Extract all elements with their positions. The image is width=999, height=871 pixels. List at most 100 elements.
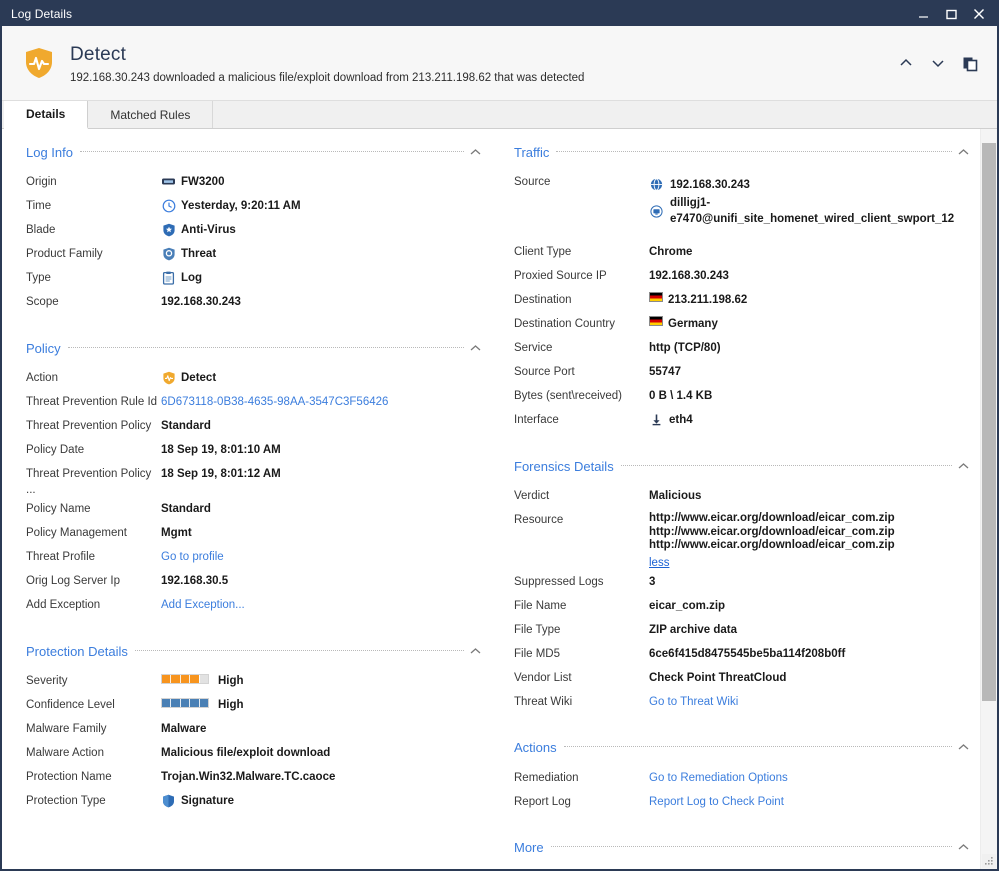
threat-shield-icon — [161, 246, 176, 261]
go-to-remediation-options-link[interactable]: Go to Remediation Options — [649, 767, 974, 786]
confidence-meter-ticks — [162, 699, 208, 707]
row-file-name: File Name eicar_com.zip — [514, 595, 974, 619]
row-label: Policy Name — [26, 498, 161, 517]
resource-url: http://www.eicar.org/download/eicar_com.… — [649, 512, 895, 526]
row-label: Malware Action — [26, 742, 161, 761]
log-clipboard-icon — [161, 270, 176, 285]
section-header-policy: Policy — [26, 337, 486, 359]
spacer — [514, 435, 974, 455]
row-value-text: eth4 — [669, 412, 693, 428]
collapse-chevron-icon[interactable] — [952, 146, 974, 159]
row-value-text: Threat — [181, 246, 216, 262]
severity-value-text: High — [218, 673, 244, 689]
collapse-chevron-icon[interactable] — [952, 741, 974, 754]
tab-matched-rules[interactable]: Matched Rules — [88, 101, 213, 128]
row-value: Germany — [649, 313, 974, 332]
row-value: Mgmt — [161, 522, 486, 541]
row-label: Policy Date — [26, 439, 161, 458]
interface-down-icon — [649, 412, 664, 427]
row-label: Policy Management — [26, 522, 161, 541]
go-to-threat-wiki-link[interactable]: Go to Threat Wiki — [649, 691, 974, 710]
row-blade: Blade Anti-Virus — [26, 219, 486, 243]
row-label: Protection Name — [26, 766, 161, 785]
add-exception-link[interactable]: Add Exception... — [161, 594, 486, 613]
section-policy: Policy Action Detect — [26, 337, 486, 618]
section-divider — [564, 746, 952, 747]
close-button[interactable] — [965, 2, 993, 26]
row-threat-wiki: Threat Wiki Go to Threat Wiki — [514, 691, 974, 715]
row-value: High — [161, 694, 486, 713]
header-subtitle: 192.168.30.243 downloaded a malicious fi… — [70, 71, 893, 85]
spacer — [514, 227, 974, 241]
section-header-log-info: Log Info — [26, 141, 486, 163]
collapse-chevron-icon[interactable] — [464, 645, 486, 658]
section-title-policy: Policy — [26, 341, 68, 356]
vertical-scrollbar[interactable] — [980, 129, 997, 869]
row-value-text: 213.211.198.62 — [668, 292, 747, 308]
report-log-to-check-point-link[interactable]: Report Log to Check Point — [649, 791, 974, 810]
spacer — [26, 620, 486, 640]
threat-prevention-rule-id-link[interactable]: 6D673118-0B38-4635-98AA-3547C3F56426 — [161, 391, 486, 410]
row-label: Severity — [26, 670, 161, 689]
section-header-more: More — [514, 837, 974, 859]
go-to-profile-link[interactable]: Go to profile — [161, 546, 486, 565]
tab-details[interactable]: Details — [4, 101, 88, 129]
row-value: ZIP archive data — [649, 619, 974, 638]
row-label: Service — [514, 337, 649, 356]
row-value: Malicious — [649, 485, 974, 504]
row-label: Bytes (sent\received) — [514, 385, 649, 404]
section-title-actions: Actions — [514, 740, 564, 755]
collapse-chevron-icon[interactable] — [952, 841, 974, 854]
section-title-more: More — [514, 840, 551, 855]
row-label: Destination — [514, 289, 649, 308]
maximize-button[interactable] — [937, 2, 965, 26]
row-value: 6ce6f415d8475545be5ba114f208b0ff — [649, 643, 974, 662]
section-log-info: Log Info Origin FW3200 — [26, 141, 486, 315]
resource-less-link[interactable]: less — [649, 555, 895, 571]
row-value: 192.168.30.243 — [161, 291, 486, 310]
previous-log-button[interactable] — [893, 50, 919, 76]
copy-icon[interactable] — [957, 50, 983, 76]
row-proxied-source-ip: Proxied Source IP 192.168.30.243 — [514, 265, 974, 289]
row-label: Remediation — [514, 767, 649, 786]
row-label: Destination Country — [514, 313, 649, 332]
next-log-button[interactable] — [925, 50, 951, 76]
row-value-text: Detect — [181, 370, 216, 386]
page-title: Detect — [70, 43, 893, 67]
collapse-chevron-icon[interactable] — [464, 342, 486, 355]
row-value: http://www.eicar.org/download/eicar_com.… — [649, 509, 974, 571]
row-label: Orig Log Server Ip — [26, 570, 161, 589]
row-malware-family: Malware Family Malware — [26, 718, 486, 742]
row-label: Resource — [514, 509, 649, 528]
resource-url: http://www.eicar.org/download/eicar_com.… — [649, 526, 895, 540]
row-remediation: Remediation Go to Remediation Options — [514, 767, 974, 791]
details-columns: Log Info Origin FW3200 — [2, 129, 997, 869]
row-value: Standard — [161, 498, 486, 517]
row-destination: Destination 213.211.198.62 — [514, 289, 974, 313]
collapse-chevron-icon[interactable] — [464, 146, 486, 159]
row-add-exception: Add Exception Add Exception... — [26, 594, 486, 618]
row-label: File Name — [514, 595, 649, 614]
row-value-text: 192.168.30.243 — [161, 294, 241, 310]
row-value-text: Anti-Virus — [181, 222, 236, 238]
row-action: Action Detect — [26, 367, 486, 391]
row-scope: Scope 192.168.30.243 — [26, 291, 486, 315]
row-label: Source Port — [514, 361, 649, 380]
collapse-chevron-icon[interactable] — [952, 460, 974, 473]
section-divider — [621, 465, 952, 466]
section-header-traffic: Traffic — [514, 141, 974, 163]
section-protection-details: Protection Details Severity — [26, 640, 486, 814]
scrollbar-thumb[interactable] — [982, 143, 996, 701]
section-title-forensics-details: Forensics Details — [514, 459, 621, 474]
minimize-button[interactable] — [909, 2, 937, 26]
row-label: Action — [26, 367, 161, 386]
row-value: Yesterday, 9:20:11 AM — [161, 195, 486, 214]
row-label: Product Family — [26, 243, 161, 262]
resize-grip[interactable] — [982, 854, 996, 868]
section-header-forensics-details: Forensics Details — [514, 455, 974, 477]
row-threat-prevention-rule-id: Threat Prevention Rule Id 6D673118-0B38-… — [26, 391, 486, 415]
row-type: Type Log — [26, 267, 486, 291]
row-verdict: Verdict Malicious — [514, 485, 974, 509]
row-value: Chrome — [649, 241, 974, 260]
source-host-text: dilligj1-e7470@unifi_site_homenet_wired_… — [670, 195, 974, 227]
